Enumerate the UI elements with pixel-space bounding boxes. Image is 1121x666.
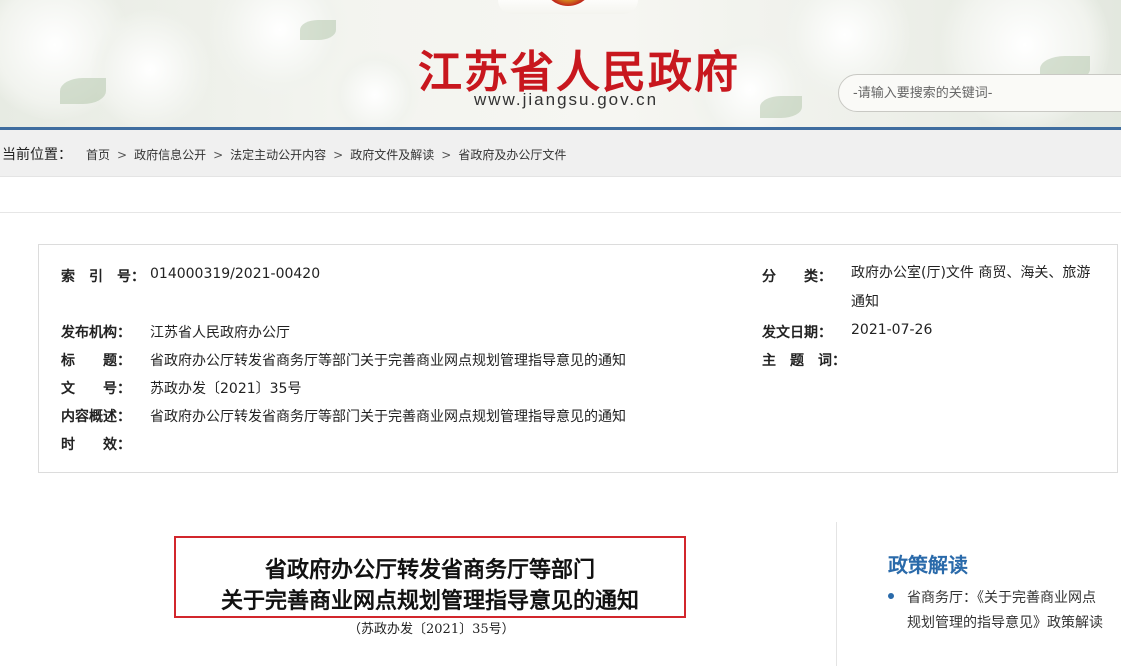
breadcrumb-info-disclosure[interactable]: 政府信息公开 bbox=[134, 146, 206, 163]
breadcrumb-gov-documents[interactable]: 政府文件及解读 bbox=[350, 146, 434, 163]
publisher-label: 发布机构： bbox=[61, 325, 131, 341]
title-value: 省政府办公厅转发省商务厅等部门关于完善商业网点规划管理指导意见的通知 bbox=[150, 353, 626, 369]
search-input[interactable] bbox=[853, 75, 1121, 111]
index-label: 索 引 号： bbox=[61, 269, 145, 285]
publisher-value: 江苏省人民政府办公厅 bbox=[150, 325, 290, 341]
index-value: 014000319/2021-00420 bbox=[150, 266, 321, 282]
header-decoration bbox=[210, 0, 350, 100]
subject-label: 主 题 词： bbox=[762, 353, 846, 369]
document-title-line-2: 关于完善商业网点规划管理指导意见的通知 bbox=[220, 588, 639, 614]
breadcrumb-office-documents[interactable]: 省政府及办公厅文件 bbox=[458, 146, 566, 163]
search-box[interactable] bbox=[838, 74, 1121, 112]
breadcrumb-trail: 首页 > 政府信息公开 > 法定主动公开内容 > 政府文件及解读 > 省政府及办… bbox=[86, 146, 566, 163]
validity-label: 时 效： bbox=[61, 437, 131, 453]
breadcrumb-separator: > bbox=[213, 147, 224, 162]
breadcrumb: 当前位置： 首页 > 政府信息公开 > 法定主动公开内容 > 政府文件及解读 >… bbox=[0, 130, 1121, 177]
breadcrumb-separator: > bbox=[441, 147, 452, 162]
policy-interpretation-link[interactable]: 省商务厅：《关于完善商业网点规划管理的指导意见》政策解读 bbox=[907, 586, 1107, 636]
document-title-frame: 省政府办公厅转发省商务厅等部门 关于完善商业网点规划管理指导意见的通知 bbox=[174, 536, 686, 618]
policy-interpretation-heading: 政策解读 bbox=[888, 553, 968, 577]
document-number: （苏政办发〔2021〕35号） bbox=[348, 622, 515, 637]
document-title-line-1: 省政府办公厅转发省商务厅等部门 bbox=[264, 557, 595, 583]
header-decoration bbox=[300, 20, 336, 40]
site-url: www.jiangsu.gov.cn bbox=[474, 90, 659, 109]
date-label: 发文日期： bbox=[762, 325, 832, 341]
category-label: 分 类： bbox=[762, 269, 832, 285]
category-value: 政府办公室(厅)文件 商贸、海关、旅游 通知 bbox=[851, 265, 1091, 310]
breadcrumb-home[interactable]: 首页 bbox=[86, 146, 110, 163]
header-decoration bbox=[90, 10, 210, 128]
site-header: 江苏省人民政府 www.jiangsu.gov.cn bbox=[0, 0, 1121, 128]
document-metadata: 索 引 号： 014000319/2021-00420 分 类： 政府办公室(厅… bbox=[38, 244, 1118, 473]
breadcrumb-separator: > bbox=[333, 147, 344, 162]
title-label: 标 题： bbox=[61, 353, 131, 369]
sidebar-divider bbox=[836, 522, 837, 666]
header-decoration bbox=[760, 96, 802, 118]
summary-label: 内容概述： bbox=[61, 409, 131, 425]
bullet-icon bbox=[888, 593, 894, 599]
date-value: 2021-07-26 bbox=[851, 322, 933, 338]
breadcrumb-statutory-content[interactable]: 法定主动公开内容 bbox=[230, 146, 326, 163]
breadcrumb-separator: > bbox=[117, 147, 128, 162]
header-decoration bbox=[330, 50, 420, 128]
breadcrumb-label: 当前位置： bbox=[2, 147, 72, 163]
header-decoration bbox=[60, 78, 106, 104]
section-divider bbox=[0, 212, 1121, 213]
doc-number-label: 文 号： bbox=[61, 381, 131, 397]
summary-value: 省政府办公厅转发省商务厅等部门关于完善商业网点规划管理指导意见的通知 bbox=[150, 409, 626, 425]
doc-number-value: 苏政办发〔2021〕35号 bbox=[150, 381, 302, 397]
